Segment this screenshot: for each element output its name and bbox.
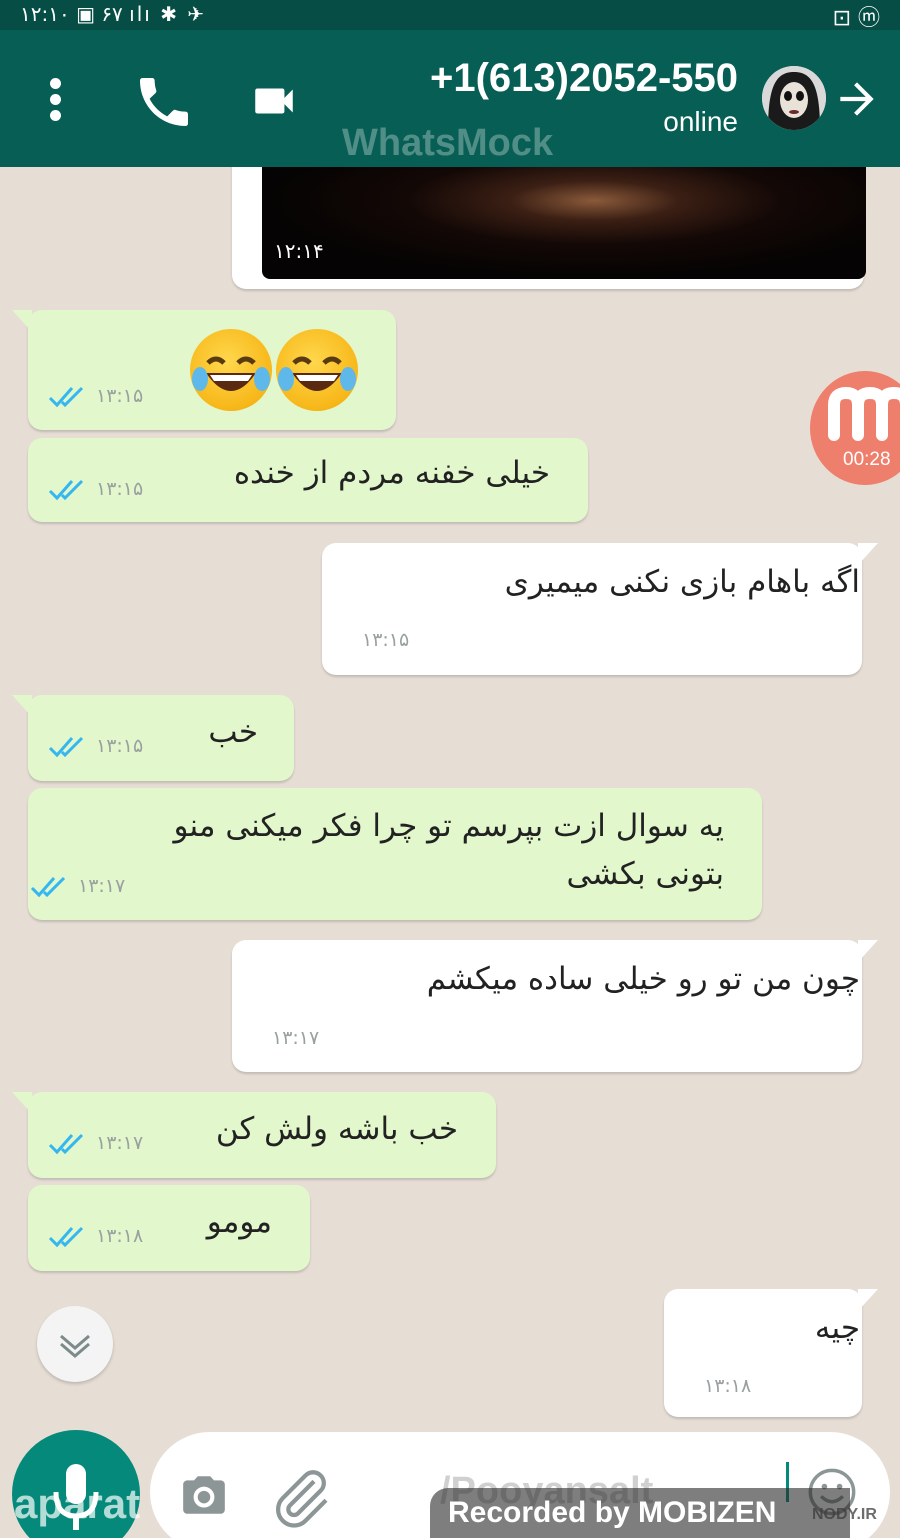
contact-name[interactable]: +1(613)2052-550 [430,56,738,101]
video-thumbnail[interactable] [262,167,866,279]
message-time: ۱۳:۱۵ [96,478,144,500]
message-time: ۱۳:۱۷ [78,875,126,897]
status-bar-right: ⊡ ⓜ [832,6,880,31]
read-ticks-icon [48,1133,84,1155]
message-time: ۱۳:۱۵ [96,735,144,757]
joy-emoji-icon [276,329,358,411]
message-text: خیلی خفنه مردم از خنده [233,455,550,491]
video-call-icon[interactable] [246,76,302,126]
message-text: خب [208,714,258,750]
message-time: ۱۳:۱۵ [362,629,410,651]
read-ticks-icon [48,386,84,408]
arrow-right-icon[interactable] [832,74,882,124]
more-vert-icon[interactable] [40,78,70,122]
message-time: ۱۳:۱۸ [96,1225,144,1247]
message-time: ۱۳:۱۵ [96,385,144,407]
message-time: ۱۳:۱۸ [704,1375,752,1397]
camera-icon[interactable] [176,1470,232,1520]
bubble-tail [12,1092,32,1114]
chat-header: +1(613)2052-550 online WhatsMock [0,30,900,167]
message-text: اگه باهام بازی نکنی میمیری [504,564,860,600]
bubble-tail [858,940,878,962]
read-ticks-icon [48,1226,84,1248]
status-bar-left: ۱۲:۱۰ ▣ ۶۷ ılı ✱ ✈ [20,2,207,26]
message-time: ۱۳:۱۷ [272,1027,320,1049]
attach-icon[interactable] [270,1464,334,1528]
phone-icon[interactable] [132,70,196,134]
joy-emoji-icon [190,329,272,411]
message-text: چیه [814,1310,860,1346]
avatar[interactable] [762,66,826,130]
chevron-down-icon [60,1334,90,1358]
chat-area[interactable]: ۱۲:۱۴ ۱۳:۱۵ خیلی خفنه مردم از خنده ۱۳:۱۵… [0,167,900,1430]
message-time: ۱۳:۱۷ [96,1132,144,1154]
message-text: مومو [206,1204,272,1240]
scroll-down-button[interactable] [37,1306,113,1382]
read-ticks-icon [48,479,84,501]
bubble-tail [12,310,32,332]
recorder-time: 00:28 [843,449,891,470]
bubble-tail [858,543,878,565]
recorder-watermark: Recorded by MOBIZEN [430,1488,850,1538]
message-time: ۱۲:۱۴ [274,239,324,263]
aparat-watermark: aparat [14,1480,141,1527]
message-text: خب باشه ولش کن [215,1111,458,1147]
read-ticks-icon [48,736,84,758]
bubble-tail [12,695,32,717]
app-watermark: WhatsMock [342,122,554,164]
message-text-line-1: یه سوال ازت بپرسم تو چرا فکر میکنی منو [173,808,724,844]
message-text: چون من تو رو خیلی ساده میکشم [426,961,860,997]
status-bar: ۱۲:۱۰ ▣ ۶۷ ılı ✱ ✈ ⊡ ⓜ [0,0,900,31]
recorder-logo-icon [828,386,900,441]
contact-status: online [663,106,738,137]
bubble-tail [858,1289,878,1311]
avatar-image [762,66,826,130]
read-ticks-icon [30,876,66,898]
site-watermark: NODY.IR [812,1506,877,1523]
message-text-line-2: بتونی بکشی [566,856,724,892]
